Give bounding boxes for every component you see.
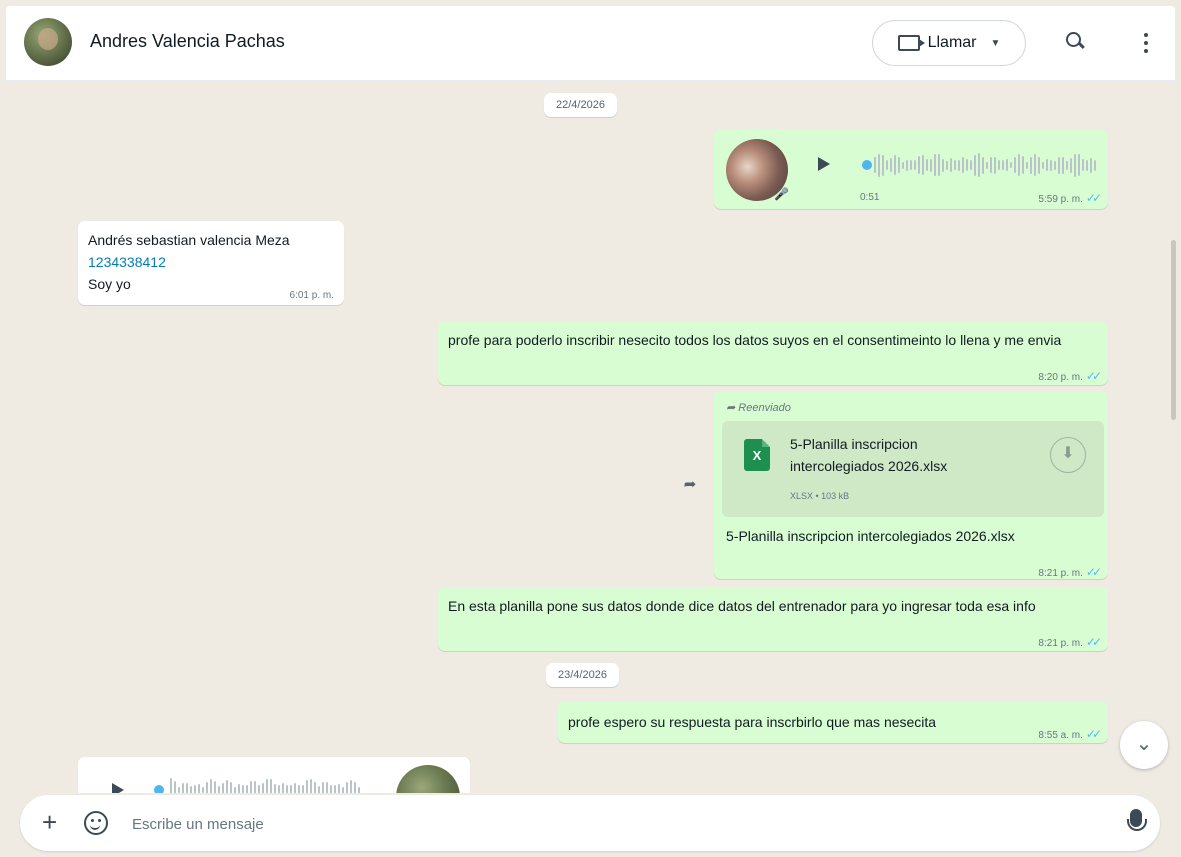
call-button-label: Llamar	[927, 34, 977, 51]
voice-message-bubble[interactable]: 🎤 0:51 5:59 p. m. ✓✓	[714, 129, 1108, 209]
message-line: Andrés sebastian valencia Meza	[88, 232, 290, 248]
whatsapp-chat-window: Andres Valencia Pachas Llamar ▼ 22/4/202…	[0, 0, 1181, 857]
voice-duration: 0:51	[860, 192, 880, 203]
message-composer: +	[20, 795, 1160, 851]
video-camera-icon	[897, 35, 925, 51]
incoming-voice-message-bubble[interactable]	[78, 757, 470, 793]
chat-header: Andres Valencia Pachas Llamar ▼	[6, 6, 1175, 81]
excel-file-icon: X	[744, 439, 770, 471]
playback-thumb[interactable]	[154, 785, 164, 793]
audio-waveform[interactable]	[874, 152, 1096, 178]
microphone-icon[interactable]	[1127, 809, 1147, 831]
message-time: 5:59 p. m. ✓✓	[1038, 187, 1102, 211]
outgoing-message-bubble[interactable]: profe para poderlo inscribir nesecito to…	[438, 321, 1108, 385]
plus-icon[interactable]: +	[42, 809, 57, 835]
message-input[interactable]	[130, 809, 1094, 839]
play-icon[interactable]	[818, 157, 830, 171]
forwarded-label: ➦ Reenviado	[726, 402, 791, 414]
sender-avatar	[396, 765, 460, 793]
composer-bar: +	[6, 793, 1175, 857]
read-ticks-icon: ✓✓	[1085, 565, 1102, 579]
message-time: 8:20 p. m. ✓✓	[1038, 365, 1102, 389]
document-message-bubble[interactable]: ➦ Reenviado X 5-Planilla inscripcion int…	[714, 391, 1108, 579]
play-icon[interactable]	[112, 783, 124, 793]
contact-avatar[interactable]	[24, 18, 72, 66]
message-time: 8:21 p. m. ✓✓	[1038, 561, 1102, 585]
document-file-meta: XLSX • 103 kB	[790, 491, 850, 501]
kebab-menu-icon[interactable]	[1134, 30, 1158, 56]
message-text: En esta planilla pone sus datos donde di…	[448, 598, 1036, 614]
message-time: 8:21 p. m. ✓✓	[1038, 631, 1102, 655]
phone-number-link[interactable]: 1234338412	[88, 251, 334, 273]
read-ticks-icon: ✓✓	[1085, 635, 1102, 649]
read-ticks-icon: ✓✓	[1085, 369, 1102, 383]
search-icon[interactable]	[1063, 30, 1087, 54]
download-icon[interactable]: ⬇	[1050, 437, 1086, 473]
message-list[interactable]: 22/4/2026 🎤 0:51 5:59 p. m. ✓✓ Andrés seb…	[6, 81, 1175, 793]
contact-name[interactable]: Andres Valencia Pachas	[90, 31, 285, 52]
call-button[interactable]: Llamar ▼	[872, 20, 1026, 66]
read-ticks-icon: ✓✓	[1085, 191, 1102, 205]
message-text: profe para poderlo inscribir nesecito to…	[448, 332, 1062, 348]
message-time: 6:01 p. m.	[289, 290, 334, 301]
scrollbar[interactable]	[1171, 240, 1176, 420]
caret-down-icon: ▼	[990, 37, 1001, 49]
outgoing-message-bubble[interactable]: profe espero su respuesta para inscrbirl…	[558, 701, 1108, 743]
message-text: profe espero su respuesta para inscrbirl…	[568, 714, 937, 730]
date-separator: 22/4/2026	[544, 93, 617, 117]
message-time: 8:55 a. m. ✓✓	[1038, 723, 1102, 747]
forward-icon[interactable]: ➦	[678, 473, 702, 497]
document-file-name: 5-Planilla inscripcion intercolegiados 2…	[790, 436, 948, 474]
chevron-down-icon[interactable]: ⌄	[1120, 721, 1168, 769]
incoming-message-bubble[interactable]: Andrés sebastian valencia Meza 123433841…	[78, 221, 344, 305]
document-caption: 5-Planilla inscripcion intercolegiados 2…	[726, 528, 1015, 544]
outgoing-message-bubble[interactable]: En esta planilla pone sus datos donde di…	[438, 587, 1108, 651]
playback-thumb[interactable]	[862, 160, 872, 170]
microphone-icon: 🎤	[774, 187, 789, 201]
audio-waveform[interactable]	[170, 777, 360, 793]
date-separator: 23/4/2026	[546, 663, 619, 687]
sticker-icon[interactable]	[84, 811, 108, 835]
read-ticks-icon: ✓✓	[1085, 727, 1102, 741]
document-card[interactable]: X 5-Planilla inscripcion intercolegiados…	[722, 421, 1104, 517]
